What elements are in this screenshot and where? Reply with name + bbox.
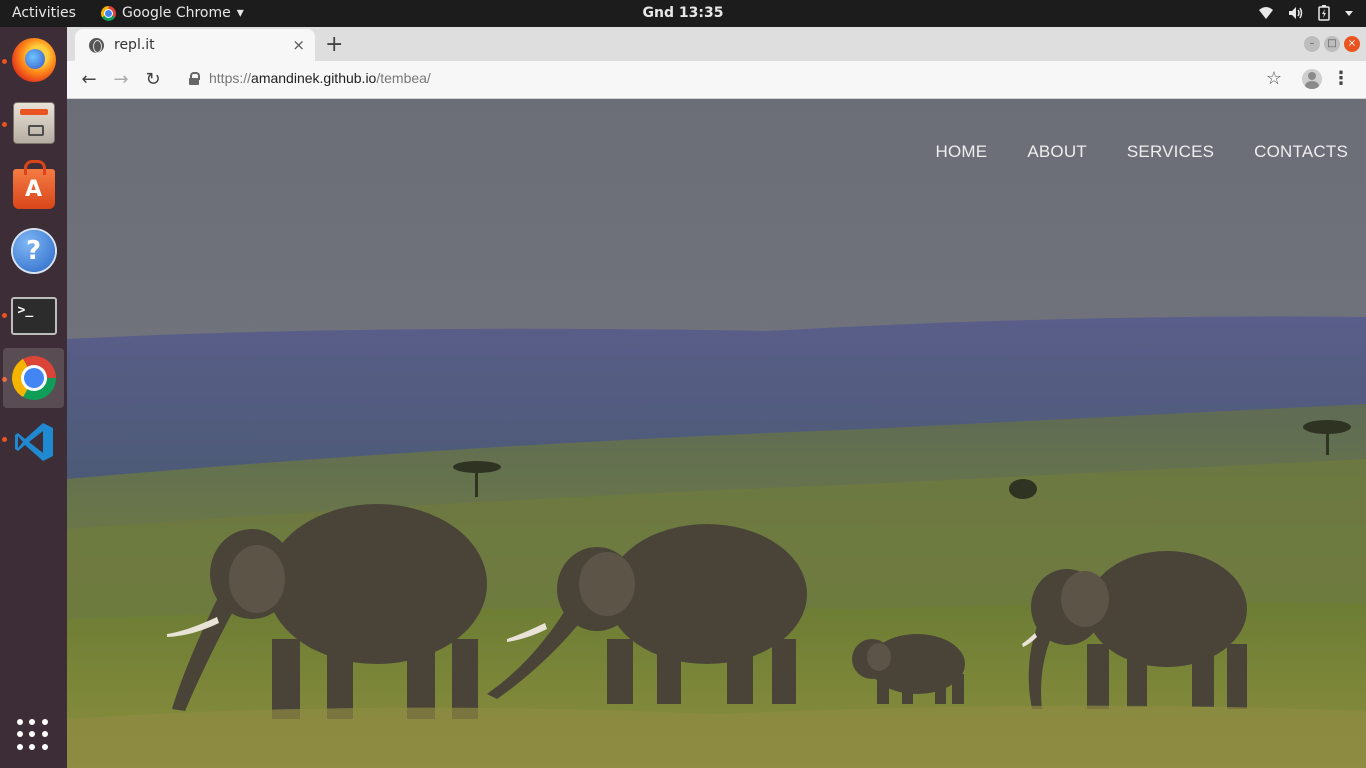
tab-strip: repl.it × + – □ ×: [67, 27, 1366, 61]
system-menu-icon: [1345, 11, 1353, 16]
dock-item-files[interactable]: [3, 93, 64, 153]
volume-icon: [1289, 7, 1303, 19]
browser-toolbar: ← → ↻ https://amandinek.github.io/tembea…: [67, 61, 1366, 99]
status-area[interactable]: [1258, 5, 1354, 21]
site-nav: HOME ABOUT SERVICES CONTACTS: [936, 142, 1348, 162]
globe-icon: [89, 37, 104, 53]
chrome-icon: [11, 356, 56, 400]
chrome-icon: [101, 5, 116, 21]
tab-repl[interactable]: repl.it ×: [75, 29, 315, 61]
wifi-icon: [1259, 7, 1273, 19]
dock-item-firefox[interactable]: [3, 30, 64, 90]
close-tab-icon[interactable]: ×: [292, 36, 305, 54]
url-host: amandinek.github.io: [251, 70, 377, 86]
clock[interactable]: Gnd 13:35: [643, 5, 724, 21]
nav-link-services[interactable]: SERVICES: [1127, 142, 1214, 162]
address-bar[interactable]: https://amandinek.github.io/tembea/: [209, 70, 431, 86]
battery-icon: [1318, 5, 1330, 21]
dock-item-vscode[interactable]: [3, 412, 64, 472]
hero-image: [67, 99, 1366, 768]
dock-item-help[interactable]: ?: [3, 221, 64, 281]
firefox-icon: [11, 38, 56, 82]
vscode-icon: [13, 421, 55, 463]
show-applications-button[interactable]: [17, 719, 49, 751]
lock-icon[interactable]: [189, 72, 200, 86]
profile-avatar[interactable]: [1302, 69, 1322, 89]
bookmark-star-icon[interactable]: ☆: [1266, 68, 1282, 89]
files-icon: [12, 102, 55, 144]
url-path: /tembea/: [376, 70, 431, 86]
activities-button[interactable]: Activities: [12, 5, 76, 21]
close-window-button[interactable]: ×: [1344, 36, 1360, 52]
window-controls: – □ ×: [1304, 36, 1360, 52]
nav-link-about[interactable]: ABOUT: [1027, 142, 1087, 162]
back-button[interactable]: ←: [79, 69, 99, 90]
nav-link-home[interactable]: HOME: [936, 142, 988, 162]
dock: A ? >_: [0, 27, 67, 768]
new-tab-button[interactable]: +: [325, 32, 343, 57]
forward-button[interactable]: →: [111, 69, 131, 90]
ubuntu-software-icon: A: [12, 160, 55, 209]
top-bar: Activities Google Chrome ▾ Gnd 13:35: [0, 0, 1366, 27]
maximize-button[interactable]: □: [1324, 36, 1340, 52]
browser-menu-button[interactable]: ⋮: [1332, 68, 1350, 89]
reload-button[interactable]: ↻: [143, 69, 163, 90]
url-scheme: https://: [209, 70, 252, 86]
help-icon: ?: [12, 230, 55, 272]
dock-item-chrome[interactable]: [3, 348, 64, 408]
minimize-button[interactable]: –: [1304, 36, 1320, 52]
web-page: HOME ABOUT SERVICES CONTACTS: [67, 99, 1366, 768]
app-menu-label: Google Chrome: [122, 5, 231, 21]
tab-title: repl.it: [114, 37, 155, 53]
app-menu[interactable]: Google Chrome ▾: [101, 5, 244, 21]
dock-item-terminal[interactable]: >_: [3, 286, 64, 346]
chevron-down-icon: ▾: [236, 5, 244, 21]
nav-link-contacts[interactable]: CONTACTS: [1254, 142, 1348, 162]
terminal-icon: >_: [10, 297, 57, 335]
dock-item-software[interactable]: A: [3, 157, 64, 217]
